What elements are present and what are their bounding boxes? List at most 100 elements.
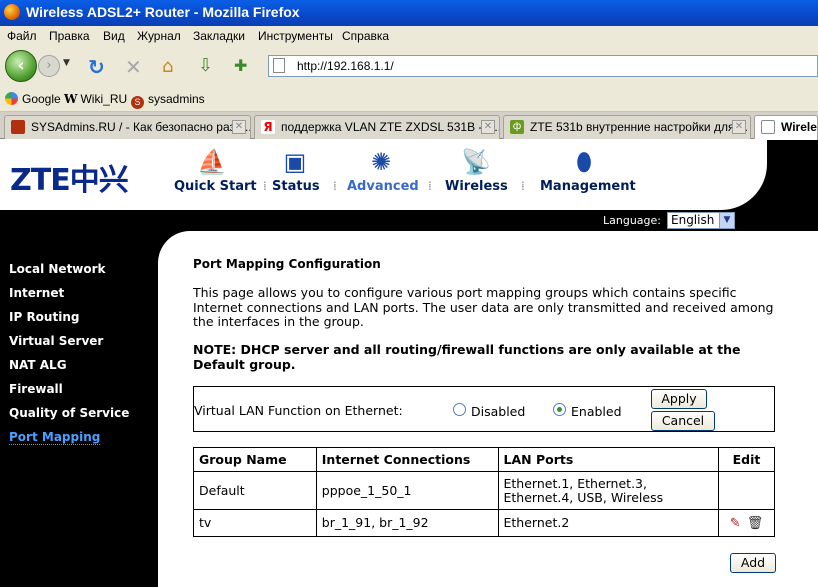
header-group-name: Group Name — [193, 447, 317, 472]
port-mapping-table: Group Name Internet Connections LAN Port… — [193, 447, 775, 537]
sidebar-item-internet[interactable]: Internet — [9, 286, 64, 300]
tab-sysadmins[interactable]: SYSAdmins.RU / - Как безопасно разд... ✕ — [4, 115, 251, 139]
bookmark-wiki[interactable]: W Wiki_RU — [64, 92, 127, 106]
vlan-enabled-label[interactable]: Enabled — [571, 404, 622, 419]
new-tab-icon[interactable]: ✚ — [234, 56, 247, 75]
sidebar-item-port-mapping[interactable]: Port Mapping — [9, 430, 101, 445]
management-icon: ⬮ — [576, 148, 592, 176]
menu-history[interactable]: Журнал — [137, 29, 181, 43]
tab-bar: SYSAdmins.RU / - Как безопасно разд... ✕… — [0, 112, 818, 140]
vlan-disabled-radio[interactable] — [453, 403, 466, 416]
tab-label: SYSAdmins.RU / - Как безопасно разд... — [31, 120, 251, 134]
menu-view[interactable]: Вид — [103, 29, 125, 43]
sidebar-item-virtual-server[interactable]: Virtual Server — [9, 334, 103, 348]
language-select[interactable]: English ▼ — [667, 212, 735, 229]
back-button[interactable]: ‹ — [5, 50, 37, 82]
nav-label: Wireless — [445, 179, 508, 194]
bookmark-google[interactable]: Google — [5, 92, 61, 106]
cell-connections: pppoe_1_50_1 — [315, 471, 499, 510]
sidebar-item-qos[interactable]: Quality of Service — [9, 406, 129, 420]
tab-forum[interactable]: ф ZTE 531b внутренние настройки для ... … — [503, 115, 751, 139]
nav-label: Management — [540, 179, 636, 194]
menu-edit[interactable]: Правка — [49, 29, 90, 43]
menu-help[interactable]: Справка — [342, 29, 389, 43]
sidebar: Local Network Internet IP Routing Virtua… — [0, 231, 158, 587]
bookmark-label: Wiki_RU — [80, 92, 128, 106]
google-icon — [5, 92, 18, 105]
language-label: Language: — [603, 214, 661, 227]
reload-icon[interactable]: ↻ — [88, 55, 105, 79]
wikipedia-icon: W — [64, 92, 78, 106]
close-icon[interactable]: ✕ — [481, 120, 495, 134]
vlan-label: Virtual LAN Function on Ethernet: — [194, 403, 403, 418]
tab-yandex[interactable]: Я поддержка VLAN ZTE ZXDSL 531B - Я... ✕ — [254, 115, 500, 139]
sidebar-item-firewall[interactable]: Firewall — [9, 382, 63, 396]
trash-icon[interactable]: 🗑 — [747, 516, 764, 531]
menu-file[interactable]: Файл — [7, 29, 37, 43]
cell-lan-ports: Ethernet.1, Ethernet.3, Ethernet.4, USB,… — [497, 471, 720, 510]
forward-arrow-icon: › — [46, 58, 52, 73]
url-text[interactable]: http://192.168.1.1/ — [297, 59, 394, 73]
nav-advanced[interactable]: ✺ Advanced — [347, 147, 419, 194]
vlan-settings-box: Virtual LAN Function on Ethernet: Disabl… — [193, 386, 775, 432]
bookmark-sysadmins[interactable]: Ssysadmins — [131, 92, 205, 109]
nav-status[interactable]: ▣ Status — [272, 147, 320, 194]
vlan-disabled-label[interactable]: Disabled — [471, 404, 525, 419]
table-row: tv br_1_91, br_1_92 Ethernet.2 ✎ 🗑 — [193, 509, 775, 537]
sidebar-item-local-network[interactable]: Local Network — [9, 262, 106, 276]
bookmark-label: sysadmins — [148, 92, 205, 106]
tab-router[interactable]: Wireless ADSL2+ Router — [754, 115, 818, 140]
history-dropdown-icon[interactable]: ▼ — [63, 58, 70, 68]
nav-separator: ⁞ — [333, 179, 337, 193]
page-title: Port Mapping Configuration — [193, 257, 381, 271]
add-button[interactable]: Add — [730, 553, 776, 573]
nav-separator: ⁞ — [263, 179, 267, 193]
stop-icon[interactable]: ✕ — [125, 55, 142, 79]
nav-management[interactable]: ⬮ Management — [540, 147, 636, 194]
edit-icon[interactable]: ✎ — [730, 516, 741, 531]
table-row: Default pppoe_1_50_1 Ethernet.1, Etherne… — [193, 471, 775, 510]
page-description: This page allows you to configure variou… — [193, 285, 774, 329]
nav-label: Status — [272, 179, 320, 194]
tab-label: Wireless ADSL2+ Router — [781, 120, 817, 134]
cell-edit: ✎ 🗑 — [718, 509, 775, 537]
home-icon[interactable]: ⌂ — [162, 56, 173, 77]
apply-button[interactable]: Apply — [651, 389, 707, 409]
zte-logo: ZTE中兴 — [10, 163, 129, 198]
advanced-icon: ✺ — [370, 148, 392, 176]
bookmarks-bar: Google W Wiki_RU Ssysadmins — [0, 86, 818, 112]
quick-start-icon: ⛵ — [197, 148, 227, 176]
nav-label: Advanced — [347, 179, 419, 194]
firefox-icon — [4, 4, 20, 20]
close-icon[interactable]: ✕ — [732, 120, 746, 134]
nav-wireless[interactable]: 📡 Wireless — [445, 147, 508, 194]
vlan-enabled-radio[interactable] — [553, 403, 566, 416]
cell-edit — [718, 471, 775, 510]
url-bar[interactable]: http://192.168.1.1/ — [268, 55, 818, 77]
header-edit: Edit — [718, 447, 775, 472]
main-content: Port Mapping Configuration This page all… — [158, 231, 818, 587]
download-icon[interactable]: ⇩ — [198, 55, 213, 76]
forward-button[interactable]: › — [38, 55, 60, 77]
sidebar-item-nat-alg[interactable]: NAT ALG — [9, 358, 67, 372]
menu-bookmarks[interactable]: Закладки — [193, 29, 245, 43]
close-icon[interactable]: ✕ — [232, 120, 246, 134]
forum-icon: ф — [510, 120, 524, 134]
page-icon — [761, 120, 775, 134]
sysadmins-icon — [11, 120, 25, 134]
tab-label: ZTE 531b внутренние настройки для ... — [530, 120, 748, 134]
menu-tools[interactable]: Инструменты — [258, 29, 333, 43]
bookmark-label: Google — [22, 92, 61, 106]
cell-group: tv — [193, 509, 317, 537]
cancel-button[interactable]: Cancel — [651, 411, 715, 431]
back-arrow-icon: ‹ — [17, 55, 25, 76]
nav-separator: ⁞ — [428, 179, 432, 193]
sidebar-item-ip-routing[interactable]: IP Routing — [9, 310, 79, 324]
wireless-icon: 📡 — [461, 148, 491, 176]
table-header-row: Group Name Internet Connections LAN Port… — [193, 447, 775, 472]
nav-label: Quick Start — [174, 179, 257, 194]
chevron-down-icon: ▼ — [719, 213, 734, 228]
nav-quick-start[interactable]: ⛵ Quick Start — [174, 147, 257, 194]
page-note: NOTE: DHCP server and all routing/firewa… — [193, 342, 741, 372]
header-internet-connections: Internet Connections — [315, 447, 499, 472]
